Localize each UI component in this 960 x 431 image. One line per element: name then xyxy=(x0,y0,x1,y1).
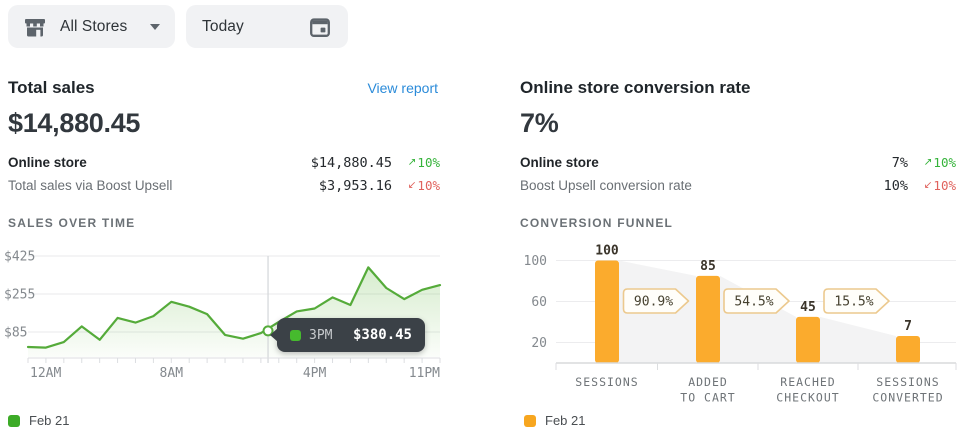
funnel-bar[interactable] xyxy=(696,276,720,363)
dashboard: All Stores Today Total sales View report… xyxy=(0,0,960,431)
metric-label: Online store xyxy=(520,155,798,170)
conversion-rate-title: Online store conversion rate xyxy=(520,78,751,98)
category-label: REACHED xyxy=(780,375,835,389)
trend-up-icon: ↗ xyxy=(924,156,933,168)
sales-chart-legend: Feb 21 xyxy=(8,413,69,428)
category-label: TO CART xyxy=(680,391,735,405)
metric-row-boost-upsell: Boost Upsell conversion rate 10% ↙10% xyxy=(520,178,956,201)
category-label: ADDED xyxy=(688,375,728,389)
calendar-icon xyxy=(308,15,332,39)
legend-label: Feb 21 xyxy=(29,413,69,428)
legend-green-swatch-icon xyxy=(8,415,20,427)
date-filter-label: Today xyxy=(202,18,244,36)
trend-down-icon: ↙ xyxy=(924,179,933,191)
metric-value: $14,880.45 xyxy=(282,155,392,171)
metric-label: Boost Upsell conversion rate xyxy=(520,178,798,193)
funnel-bar[interactable] xyxy=(595,261,619,364)
metric-value: 10% xyxy=(798,178,908,194)
chevron-down-icon xyxy=(150,24,160,30)
storefront-icon xyxy=(23,16,47,38)
metric-change-up: ↗10% xyxy=(392,155,440,170)
step-percent-label: 54.5% xyxy=(734,295,773,310)
funnel-bar[interactable] xyxy=(796,317,820,363)
y-tick-label: 20 xyxy=(531,336,547,351)
bar-value-label: 85 xyxy=(700,259,716,274)
series-swatch-icon xyxy=(290,330,301,341)
y-tick-label: 100 xyxy=(524,254,547,269)
metric-label: Total sales via Boost Upsell xyxy=(8,178,282,193)
conversion-funnel-chart[interactable]: 100 60 20 100 85 45 7 90.9% 54.5% 15.5% SESSIONS AD… xyxy=(520,238,960,408)
x-tick-label: 8AM xyxy=(160,366,184,381)
conversion-breakdown: Online store 7% ↗10% Boost Upsell conver… xyxy=(520,155,956,201)
metric-change-up: ↗10% xyxy=(908,155,956,170)
store-filter-label: All Stores xyxy=(60,18,127,36)
x-tick-label: 11PM xyxy=(409,366,440,381)
trend-down-icon: ↙ xyxy=(408,179,417,191)
conversion-rate-amount: 7% xyxy=(520,108,558,139)
date-filter-button[interactable]: Today xyxy=(186,5,348,48)
category-label: SESSIONS xyxy=(876,375,939,389)
category-label: CONVERTED xyxy=(872,391,943,405)
step-percent-label: 90.9% xyxy=(634,295,673,310)
y-tick-label: 60 xyxy=(531,295,547,310)
y-tick-label: $425 xyxy=(4,250,35,265)
total-sales-breakdown: Online store $14,880.45 ↗10% Total sales… xyxy=(8,155,440,201)
metric-label: Online store xyxy=(8,155,282,170)
sales-over-time-heading: SALES OVER TIME xyxy=(8,216,135,230)
view-report-link[interactable]: View report xyxy=(367,80,438,96)
trend-up-icon: ↗ xyxy=(408,156,417,168)
funnel-wedge xyxy=(820,317,896,363)
metric-change-value: 10% xyxy=(417,178,440,193)
funnel-chart-legend: Feb 21 xyxy=(524,413,585,428)
bar-value-label: 45 xyxy=(800,300,816,315)
total-sales-amount: $14,880.45 xyxy=(8,108,140,139)
bar-value-label: 100 xyxy=(595,244,619,259)
x-tick-label: 4PM xyxy=(303,366,327,381)
category-label: SESSIONS xyxy=(575,375,638,389)
metric-change-value: 10% xyxy=(933,155,956,170)
funnel-bar[interactable] xyxy=(896,336,920,363)
metric-row-boost-upsell: Total sales via Boost Upsell $3,953.16 ↙… xyxy=(8,178,440,201)
chart-tooltip: 3PM $380.45 xyxy=(277,318,425,352)
legend-orange-swatch-icon xyxy=(524,415,536,427)
metric-change-down: ↙10% xyxy=(392,178,440,193)
metric-change-down: ↙10% xyxy=(908,178,956,193)
bar-value-label: 7 xyxy=(904,319,912,334)
metric-row-online-store: Online store 7% ↗10% xyxy=(520,155,956,178)
metric-change-value: 10% xyxy=(933,178,956,193)
sales-over-time-chart[interactable]: $425 $255 $85 12AM 8AM 4PM 11PM xyxy=(0,244,448,384)
tooltip-value: $380.45 xyxy=(353,327,412,343)
metric-change-value: 10% xyxy=(417,155,440,170)
legend-label: Feb 21 xyxy=(545,413,585,428)
metric-row-online-store: Online store $14,880.45 ↗10% xyxy=(8,155,440,178)
x-tick-label: 12AM xyxy=(30,366,61,381)
total-sales-title: Total sales xyxy=(8,78,95,98)
y-tick-label: $85 xyxy=(4,326,27,341)
step-percent-label: 15.5% xyxy=(834,295,873,310)
store-filter-button[interactable]: All Stores xyxy=(8,5,175,48)
tooltip-time: 3PM xyxy=(309,328,332,343)
y-tick-label: $255 xyxy=(4,288,35,303)
conversion-funnel-heading: CONVERSION FUNNEL xyxy=(520,216,673,230)
category-label: CHECKOUT xyxy=(776,391,839,405)
metric-value: 7% xyxy=(798,155,908,171)
metric-value: $3,953.16 xyxy=(282,178,392,194)
